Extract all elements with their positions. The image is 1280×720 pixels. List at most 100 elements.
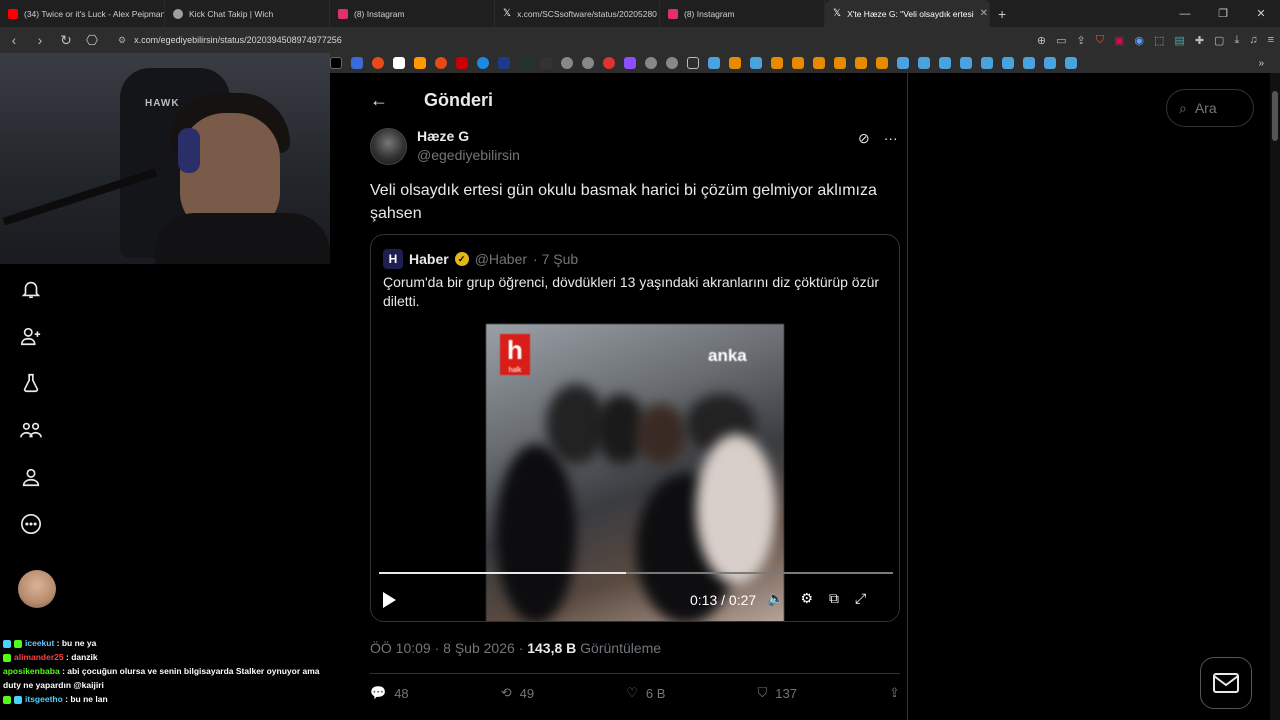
- share-button[interactable]: ⇪: [889, 685, 900, 701]
- fullscreen-icon[interactable]: ⤢: [855, 590, 866, 607]
- bookmark-icon[interactable]: [750, 57, 762, 69]
- extension-icon[interactable]: ⬚: [1154, 34, 1164, 47]
- url-field[interactable]: ⚙ x.com/egediyebilirsin/status/202039450…: [110, 30, 960, 50]
- messages-button[interactable]: [1200, 657, 1252, 709]
- bookmark-icon[interactable]: [393, 57, 405, 69]
- bookmark-icon[interactable]: [414, 57, 426, 69]
- notifications-icon[interactable]: [18, 276, 44, 302]
- minimize-icon[interactable]: —: [1166, 8, 1204, 20]
- grok-explain-icon[interactable]: ⊘: [858, 130, 870, 147]
- bookmark-button[interactable]: ⛉ 137: [757, 685, 796, 701]
- cast-icon[interactable]: ▭: [1056, 34, 1066, 47]
- extensions-icon[interactable]: ✚: [1195, 34, 1204, 47]
- profile-icon[interactable]: [18, 464, 44, 490]
- bookmark-icon[interactable]: [624, 57, 636, 69]
- bookmark-icon[interactable]: [855, 57, 867, 69]
- bookmark-icon[interactable]: [456, 57, 468, 69]
- bookmark-icon[interactable]: [1002, 57, 1014, 69]
- bookmark-icon[interactable]: [435, 57, 447, 69]
- maximize-icon[interactable]: ❐: [1204, 7, 1242, 20]
- repost-button[interactable]: ⟲ 49: [501, 685, 534, 701]
- reply-button[interactable]: 💬 48: [370, 685, 409, 701]
- settings-icon[interactable]: ⚙: [800, 590, 813, 607]
- bookmark-icon[interactable]: [603, 57, 615, 69]
- sidebar-icon[interactable]: ▢: [1214, 34, 1224, 47]
- bookmark-icon[interactable]: [729, 57, 741, 69]
- extension-icon[interactable]: ◉: [1134, 34, 1144, 47]
- video-player[interactable]: h halk anka 0:13 / 0:27 🔈 ⚙ ⧉ ⤢: [371, 324, 899, 621]
- quoted-post[interactable]: H Haber ✓ @Haber · 7 Şub Çorum'da bir gr…: [370, 234, 900, 622]
- bookmark-icon[interactable]: [645, 57, 657, 69]
- bookmark-icon[interactable]: [1065, 57, 1077, 69]
- bookmark-icon[interactable]: [561, 57, 573, 69]
- grok-icon[interactable]: [18, 370, 44, 396]
- site-info-icon[interactable]: ⚙: [118, 35, 126, 46]
- bookmark-icon[interactable]: [1044, 57, 1056, 69]
- browser-tab[interactable]: Kick Chat Takip | Wich: [165, 0, 330, 27]
- forward-icon[interactable]: ›: [32, 32, 48, 48]
- bookmark-page-icon[interactable]: ⎔: [84, 32, 100, 49]
- author-name[interactable]: Hæze G: [417, 128, 520, 144]
- play-icon[interactable]: [383, 592, 396, 608]
- bookmark-icon[interactable]: [330, 57, 342, 69]
- author-handle[interactable]: @egediyebilirsin: [417, 147, 520, 163]
- brave-shield-icon[interactable]: ⛉: [1096, 34, 1104, 47]
- bookmark-icon[interactable]: [666, 57, 678, 69]
- bookmark-icon[interactable]: [876, 57, 888, 69]
- media-icon[interactable]: ♫: [1249, 34, 1257, 47]
- browser-tab[interactable]: (8) Instagram: [330, 0, 495, 27]
- bookmark-icon[interactable]: [477, 57, 489, 69]
- scrollbar[interactable]: [1270, 73, 1280, 720]
- bookmark-icon[interactable]: [960, 57, 972, 69]
- scrollbar-thumb[interactable]: [1272, 91, 1278, 141]
- more-options-icon[interactable]: ···: [884, 130, 898, 147]
- bookmark-icon[interactable]: [1023, 57, 1035, 69]
- bookmark-icon[interactable]: [372, 57, 384, 69]
- menu-icon[interactable]: ≡: [1268, 34, 1274, 47]
- zoom-icon[interactable]: ⊕: [1037, 34, 1046, 47]
- communities-icon[interactable]: [18, 417, 44, 443]
- bookmark-icon[interactable]: [771, 57, 783, 69]
- bookmark-icon[interactable]: [540, 57, 552, 69]
- bookmark-icon[interactable]: [897, 57, 909, 69]
- bookmark-icon[interactable]: [351, 57, 363, 69]
- like-button[interactable]: ♡ 6 B: [626, 685, 665, 701]
- bookmark-icon[interactable]: [834, 57, 846, 69]
- bookmark-icon[interactable]: [792, 57, 804, 69]
- search-box[interactable]: ⌕ Ara: [1166, 89, 1254, 127]
- reload-icon[interactable]: ↻: [58, 32, 74, 49]
- folder-icon[interactable]: [687, 57, 699, 69]
- bookmark-icon[interactable]: [918, 57, 930, 69]
- extension-icon[interactable]: ▣: [1114, 34, 1124, 47]
- close-tab-icon[interactable]: ✕: [980, 8, 988, 19]
- bookmark-icon[interactable]: [498, 57, 510, 69]
- browser-tab[interactable]: (34) Twice or it's Luck - Alex Peipman: [0, 0, 165, 27]
- account-avatar[interactable]: [18, 570, 56, 608]
- extension-icon[interactable]: ▤: [1174, 34, 1184, 47]
- bookmark-icon[interactable]: [582, 57, 594, 69]
- back-icon[interactable]: ‹: [6, 32, 22, 48]
- volume-icon[interactable]: 🔈: [767, 590, 784, 607]
- close-window-icon[interactable]: ✕: [1242, 7, 1280, 20]
- bookmark-icon[interactable]: [813, 57, 825, 69]
- browser-tab-active[interactable]: 𝕏 X'te Hæze G: "Veli olsaydık ertesi ✕: [825, 0, 990, 27]
- video-progress-bar[interactable]: [379, 572, 893, 574]
- download-icon[interactable]: ⤓: [1234, 34, 1239, 47]
- tab-label: (34) Twice or it's Luck - Alex Peipman: [24, 8, 165, 19]
- post-timestamp[interactable]: ÖÖ 10:09 · 8 Şub 2026 ·: [370, 640, 527, 656]
- picture-in-picture-icon[interactable]: ⧉: [829, 590, 839, 607]
- share-icon[interactable]: ⇪: [1077, 34, 1086, 47]
- follow-icon[interactable]: [18, 323, 44, 349]
- back-arrow-icon[interactable]: ←: [370, 90, 388, 111]
- bookmark-icon[interactable]: [519, 57, 531, 69]
- more-icon[interactable]: [18, 511, 44, 537]
- quote-author-name[interactable]: Haber: [409, 251, 449, 267]
- bookmark-icon[interactable]: [708, 57, 720, 69]
- browser-tab[interactable]: 𝕏x.com/SCSsoftware/status/20205280: [495, 0, 660, 27]
- bookmark-icon[interactable]: [981, 57, 993, 69]
- browser-tab[interactable]: (8) Instagram: [660, 0, 825, 27]
- new-tab-button[interactable]: +: [990, 6, 1014, 22]
- author-avatar[interactable]: [370, 128, 407, 165]
- bookmark-icon[interactable]: [939, 57, 951, 69]
- more-bookmarks-icon[interactable]: »: [1258, 58, 1264, 69]
